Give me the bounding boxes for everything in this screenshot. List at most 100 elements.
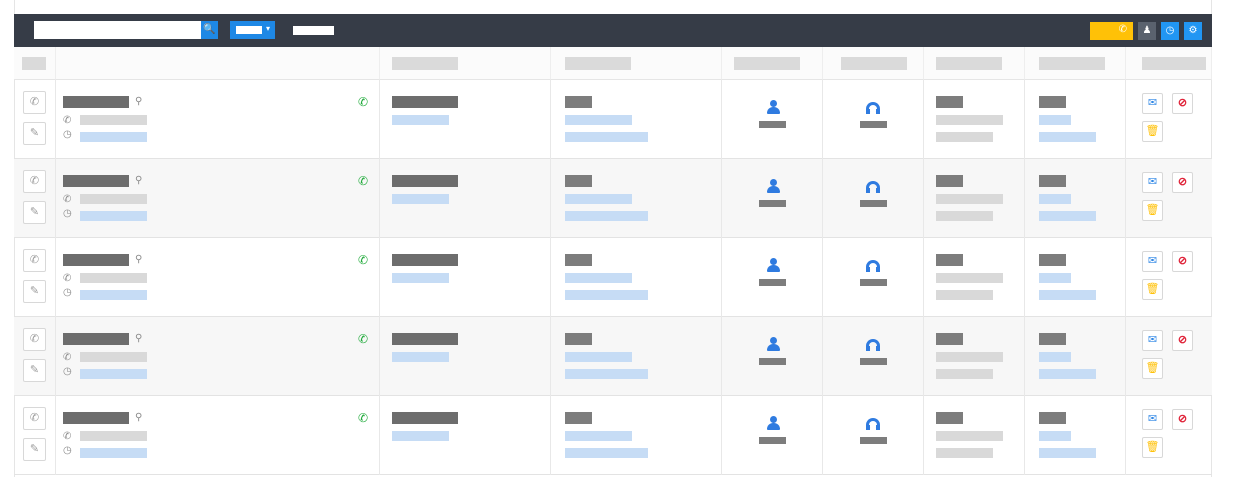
cell-7-link-2[interactable] bbox=[1039, 290, 1096, 300]
search-icon[interactable]: ⚲ bbox=[135, 175, 142, 186]
cell-2-link[interactable] bbox=[392, 431, 449, 441]
email-button[interactable]: ✉ bbox=[1142, 172, 1163, 193]
contact-name[interactable] bbox=[63, 254, 129, 266]
call-row-button[interactable]: ✆ bbox=[23, 249, 46, 272]
cell-3-link[interactable] bbox=[565, 273, 632, 283]
contact-cell: ⚲ ✆ ✆ ◷ bbox=[56, 396, 380, 475]
edit-row-button[interactable]: ✎ bbox=[23, 280, 46, 303]
cell-3-primary bbox=[565, 254, 592, 266]
cell-7-link-2[interactable] bbox=[1039, 211, 1096, 221]
table-row[interactable]: ✆ ✎ ⚲ ✆ ✆ ◷ ✉ ⊘ 🗑 bbox=[14, 159, 1212, 238]
delete-button[interactable]: 🗑 bbox=[1142, 437, 1163, 458]
column-header-support[interactable] bbox=[823, 47, 924, 80]
cell-3-link-2[interactable] bbox=[565, 132, 648, 142]
email-button[interactable]: ✉ bbox=[1142, 93, 1163, 114]
cell-3-link[interactable] bbox=[565, 194, 632, 204]
edit-row-button[interactable]: ✎ bbox=[23, 122, 46, 145]
clock-icon: ◷ bbox=[63, 208, 72, 219]
table-row[interactable]: ✆ ✎ ⚲ ✆ ✆ ◷ ✉ ⊘ 🗑 bbox=[14, 396, 1212, 475]
block-button[interactable]: ⊘ bbox=[1172, 251, 1193, 272]
cell-3-link-2[interactable] bbox=[565, 211, 648, 221]
column-header-contact[interactable] bbox=[56, 47, 380, 80]
block-button[interactable]: ⊘ bbox=[1172, 330, 1193, 351]
agent-name bbox=[759, 279, 786, 286]
email-button[interactable]: ✉ bbox=[1142, 409, 1163, 430]
cell-3-link[interactable] bbox=[565, 115, 632, 125]
delete-button[interactable]: 🗑 bbox=[1142, 200, 1163, 221]
cell-2-link[interactable] bbox=[392, 352, 449, 362]
cell-7-link[interactable] bbox=[1039, 431, 1071, 441]
cell-3-link-2[interactable] bbox=[565, 290, 648, 300]
search-icon[interactable]: ⚲ bbox=[135, 333, 142, 344]
cell-7-link[interactable] bbox=[1039, 273, 1071, 283]
call-row-button[interactable]: ✆ bbox=[23, 328, 46, 351]
email-button[interactable]: ✉ bbox=[1142, 330, 1163, 351]
row-actions: ✉ ⊘ 🗑 bbox=[1126, 159, 1212, 238]
cell-7-link-2[interactable] bbox=[1039, 448, 1096, 458]
delete-button[interactable]: 🗑 bbox=[1142, 358, 1163, 379]
cell-3-link[interactable] bbox=[565, 352, 632, 362]
column-header-6[interactable] bbox=[924, 47, 1025, 80]
block-button[interactable]: ⊘ bbox=[1172, 409, 1193, 430]
search-icon[interactable]: ⚲ bbox=[135, 412, 142, 423]
cell-2-link[interactable] bbox=[392, 194, 449, 204]
phone-icon[interactable]: ✆ bbox=[358, 332, 368, 346]
edit-row-button[interactable]: ✎ bbox=[23, 359, 46, 382]
email-button[interactable]: ✉ bbox=[1142, 251, 1163, 272]
cell-3-link-2[interactable] bbox=[565, 369, 648, 379]
phone-icon[interactable]: ✆ bbox=[358, 253, 368, 267]
row-actions: ✉ ⊘ 🗑 bbox=[1126, 317, 1212, 396]
phone-icon[interactable]: ✆ bbox=[358, 411, 368, 425]
cell-7-link-2[interactable] bbox=[1039, 369, 1096, 379]
phone-icon[interactable]: ✆ bbox=[358, 95, 368, 109]
column-header-agent[interactable] bbox=[722, 47, 823, 80]
contact-name[interactable] bbox=[63, 333, 129, 345]
block-button[interactable]: ⊘ bbox=[1172, 172, 1193, 193]
phone-icon[interactable]: ✆ bbox=[358, 174, 368, 188]
edit-row-button[interactable]: ✎ bbox=[23, 201, 46, 224]
edit-row-button[interactable]: ✎ bbox=[23, 438, 46, 461]
cell-3-link[interactable] bbox=[565, 431, 632, 441]
call-row-button[interactable]: ✆ bbox=[23, 407, 46, 430]
column-header-3[interactable] bbox=[551, 47, 722, 80]
cell-2-primary bbox=[392, 412, 458, 424]
delete-button[interactable]: 🗑 bbox=[1142, 279, 1163, 300]
call-row-button[interactable]: ✆ bbox=[23, 91, 46, 114]
contact-time bbox=[80, 290, 147, 300]
column-header-2[interactable] bbox=[380, 47, 551, 80]
call-row-button[interactable]: ✆ bbox=[23, 170, 46, 193]
contact-name[interactable] bbox=[63, 412, 129, 424]
settings-button[interactable]: ⚙ bbox=[1184, 22, 1202, 40]
cell-7-primary bbox=[1039, 96, 1066, 108]
support-label bbox=[860, 437, 887, 444]
call-button[interactable]: ✆ bbox=[1090, 22, 1133, 40]
delete-button[interactable]: 🗑 bbox=[1142, 121, 1163, 142]
table-row[interactable]: ✆ ✎ ⚲ ✆ ✆ ◷ ✉ ⊘ 🗑 bbox=[14, 317, 1212, 396]
cell-7-link[interactable] bbox=[1039, 352, 1071, 362]
search-icon[interactable]: ⚲ bbox=[135, 254, 142, 265]
cell-2-link[interactable] bbox=[392, 273, 449, 283]
contact-name[interactable] bbox=[63, 96, 129, 108]
cell-2 bbox=[380, 80, 551, 159]
search-button[interactable]: 🔍 bbox=[201, 21, 218, 39]
user-button[interactable]: ♟ bbox=[1138, 22, 1156, 40]
history-button[interactable]: ◷ bbox=[1161, 22, 1179, 40]
cell-2 bbox=[380, 317, 551, 396]
cell-7 bbox=[1025, 159, 1126, 238]
filter-dropdown[interactable]: ▾ bbox=[230, 21, 275, 39]
cell-7-link-2[interactable] bbox=[1039, 132, 1096, 142]
table-row[interactable]: ✆ ✎ ⚲ ✆ ✆ ◷ ✉ ⊘ 🗑 bbox=[14, 238, 1212, 317]
cell-2-link[interactable] bbox=[392, 115, 449, 125]
column-header-row-actions[interactable] bbox=[1126, 47, 1212, 80]
cell-3-link-2[interactable] bbox=[565, 448, 648, 458]
cell-7-link[interactable] bbox=[1039, 194, 1071, 204]
search-input[interactable] bbox=[34, 21, 201, 39]
column-header-actions[interactable] bbox=[14, 47, 56, 80]
contact-cell: ⚲ ✆ ✆ ◷ bbox=[56, 80, 380, 159]
search-icon[interactable]: ⚲ bbox=[135, 96, 142, 107]
cell-7-link[interactable] bbox=[1039, 115, 1071, 125]
contact-name[interactable] bbox=[63, 175, 129, 187]
column-header-7[interactable] bbox=[1025, 47, 1126, 80]
block-button[interactable]: ⊘ bbox=[1172, 93, 1193, 114]
table-row[interactable]: ✆ ✎ ⚲ ✆ ✆ ◷ ✉ ⊘ 🗑 bbox=[14, 80, 1212, 159]
